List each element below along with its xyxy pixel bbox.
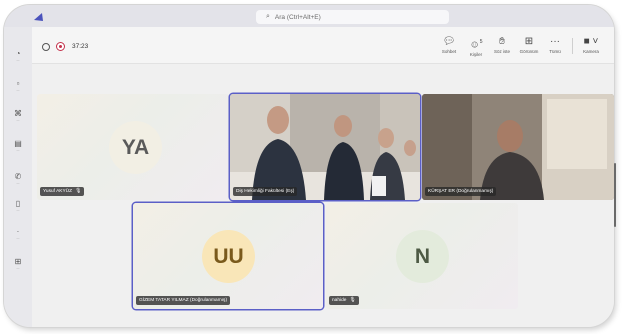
participant-name-tag: KÜRŞAT ER (Doğrulanmamış)	[425, 187, 497, 196]
title-bar: ⌕ Ara (Ctrl+Alt+E)	[4, 5, 614, 27]
chat-icon: 💬︎	[442, 36, 456, 47]
participant-name: KÜRŞAT ER (Doğrulanmamış)	[428, 189, 494, 194]
sidebar-item-label: ...	[16, 118, 20, 122]
sidebar-item-calls[interactable]: ✆ ...	[4, 172, 32, 186]
people-count: 5	[479, 39, 483, 45]
sidebar-item-label: ...	[16, 208, 20, 212]
sidebar-item-more[interactable]: · ...	[4, 227, 32, 241]
participant-tile[interactable]: KÜRŞAT ER (Doğrulanmamış)	[422, 94, 614, 200]
teams-window: ⌕ Ara (Ctrl+Alt+E) ◔ ... ▫ ... ⌘ ... ▤ .…	[4, 5, 614, 327]
sidebar-item-label: ...	[16, 266, 20, 270]
video-feed	[230, 94, 420, 200]
participant-name-tag: Diş Hekimliği Fakültesi (Eş)	[233, 187, 298, 196]
more-button[interactable]: ··· Tümü	[542, 36, 568, 55]
people-button[interactable]: ☺5 Kişiler	[463, 36, 489, 58]
mic-muted-icon: 🎙︎	[349, 297, 356, 303]
camera-button[interactable]: ■ ˅ Kamera	[577, 36, 605, 55]
activity-icon: ◔	[15, 49, 21, 58]
calls-icon: ✆	[14, 172, 22, 181]
sidebar-item-label: ...	[16, 58, 20, 62]
scrollbar[interactable]	[614, 163, 616, 227]
avatar: YA	[109, 121, 162, 174]
more-label: Tümü	[549, 49, 561, 54]
sidebar-item-label: ...	[16, 88, 20, 92]
people-label: Kişiler	[469, 52, 483, 58]
grid-icon: ⊞	[524, 36, 534, 47]
teams-logo-icon	[34, 13, 43, 21]
sidebar-item-apps[interactable]: ⊞ ...	[4, 257, 32, 271]
participant-name: Diş Hekimliği Fakültesi (Eş)	[236, 189, 295, 194]
chat-label: Sohbet	[441, 49, 457, 54]
camera-icon: ■ ˅	[583, 36, 599, 47]
participant-tile-active[interactable]: UU GİZEM TATAR YILMAZ (Doğrulanmamış)	[133, 203, 323, 309]
participant-name-tag: GİZEM TATAR YILMAZ (Doğrulanmamış)	[136, 296, 231, 305]
video-feed	[422, 94, 614, 200]
sidebar-item-label: ...	[16, 148, 20, 152]
app-sidebar: ◔ ... ▫ ... ⌘ ... ▤ ... ✆ ... ▯ ... · ..…	[4, 27, 32, 327]
sidebar-item-calendar[interactable]: ▤ ...	[4, 139, 32, 153]
calendar-icon: ▤	[14, 139, 22, 148]
people-icon: ☺5	[469, 39, 483, 51]
view-label: Görünüm	[519, 49, 539, 54]
sidebar-item-teams[interactable]: ⌘ ...	[4, 109, 32, 123]
hand-icon: ✋︎	[499, 36, 505, 47]
participant-name: nahide	[332, 298, 347, 303]
camera-label: Kamera	[583, 49, 599, 54]
sidebar-item-label: ...	[16, 236, 20, 240]
participant-tile[interactable]: YA Yusuf AKYÜZ 🎙︎	[37, 94, 229, 200]
teams-icon: ⌘	[14, 109, 22, 118]
mic-muted-icon: 🎙︎	[75, 188, 82, 194]
avatar: UU	[202, 230, 255, 283]
screenshot-frame: ⌕ Ara (Ctrl+Alt+E) ◔ ... ▫ ... ⌘ ... ▤ .…	[0, 0, 627, 334]
search-placeholder: Ara (Ctrl+Alt+E)	[274, 13, 321, 21]
more-icon: ·	[16, 227, 20, 236]
chat-button[interactable]: 💬︎ Sohbet	[436, 36, 462, 55]
meeting-timer: 37:23	[72, 43, 89, 50]
search-box[interactable]: ⌕ Ara (Ctrl+Alt+E)	[256, 10, 449, 24]
avatar: N	[396, 230, 449, 283]
sidebar-item-files[interactable]: ▯ ...	[4, 199, 32, 213]
participant-tile[interactable]: N nahide 🎙︎	[326, 203, 518, 309]
participant-name-tag: nahide 🎙︎	[329, 296, 359, 305]
sidebar-item-chat[interactable]: ▫ ...	[4, 79, 32, 93]
participant-name: GİZEM TATAR YILMAZ (Doğrulanmamış)	[139, 298, 228, 303]
view-button[interactable]: ⊞ Görünüm	[516, 36, 542, 55]
meeting-stage: 37:23 💬︎ Sohbet ☺5 Kişiler ✋︎ Söz iste ⊞…	[32, 27, 614, 327]
search-icon: ⌕	[266, 13, 270, 20]
sidebar-item-label: ...	[16, 181, 20, 185]
apps-icon: ⊞	[14, 257, 22, 266]
more-icon: ···	[550, 36, 560, 47]
raise-hand-button[interactable]: ✋︎ Söz iste	[489, 36, 515, 55]
participant-name-tag: Yusuf AKYÜZ 🎙︎	[40, 187, 85, 196]
raise-hand-label: Söz iste	[493, 49, 510, 54]
participant-tile-active[interactable]: Diş Hekimliği Fakültesi (Eş)	[230, 94, 420, 200]
files-icon: ▯	[15, 199, 21, 208]
toolbar-divider	[572, 38, 573, 54]
participant-name: Yusuf AKYÜZ	[43, 189, 73, 194]
meeting-info-icon[interactable]	[42, 43, 50, 51]
chat-icon: ▫	[16, 79, 20, 88]
meeting-toolbar: 37:23 💬︎ Sohbet ☺5 Kişiler ✋︎ Söz iste ⊞…	[32, 27, 614, 64]
sidebar-item-activity[interactable]: ◔ ...	[4, 49, 32, 63]
recording-icon	[56, 42, 65, 51]
